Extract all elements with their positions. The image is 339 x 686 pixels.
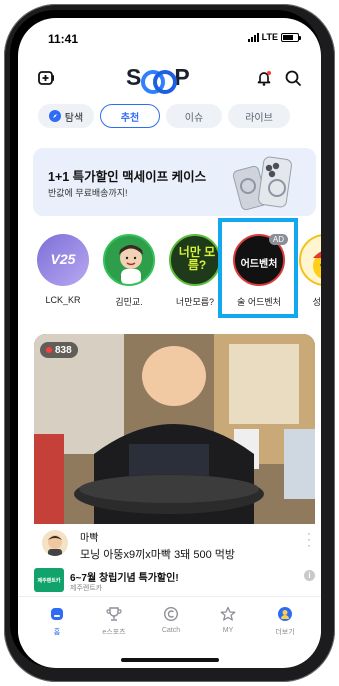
live-info[interactable]: 마빡 모닝 아뚱x9끼x마빡 3돼 500 먹방 · · · [34, 524, 315, 568]
nav-catch[interactable]: Catch [146, 605, 196, 634]
ad-info-icon[interactable]: i [304, 570, 315, 581]
streamer-name: 너만모름? [175, 297, 215, 307]
avatar-text: 어드벤처 [240, 259, 278, 270]
tab-label: 탐색 [64, 112, 84, 124]
catch-icon [162, 605, 180, 623]
battery-icon [281, 32, 301, 42]
nav-label: 홈 [53, 629, 61, 636]
advertiser-logo-text: 제주렌트카 [37, 577, 61, 584]
app-screen: 11:41 LTE SP 탐색 추천 이슈 라이브 1+1 특가할인 맥세이프 … [18, 18, 321, 668]
character-avatar-image [313, 251, 321, 279]
nav-label: Catch [161, 627, 181, 634]
tab-explore[interactable]: 탐색 [38, 104, 94, 128]
streamer-carousel: V25 LCK_KR 김민교. 너만 모름? 너만모름? AD 어드벤처 술 어… [32, 234, 321, 334]
streamer-item[interactable]: V25 LCK_KR [32, 234, 94, 305]
broadcast-title: 모닝 아뚱x9끼x마빡 3돼 500 먹방 [80, 549, 236, 561]
category-tabs: 탐색 추천 이슈 라이브 [38, 104, 290, 128]
avatar-text: 너만 모름? [178, 245, 216, 272]
nav-esports[interactable]: e스포츠 [89, 605, 139, 637]
avatar [299, 234, 321, 286]
soop-logo[interactable]: SP [126, 64, 190, 94]
ad-advertiser: 제주렌트카 [70, 585, 103, 592]
tab-live[interactable]: 라이브 [228, 104, 290, 128]
home-indicator [121, 658, 219, 662]
avatar [103, 234, 155, 286]
streamer-name: 술 어드벤처 [237, 297, 281, 307]
streamer-item-ad[interactable]: AD 어드벤처 술 어드벤처 [228, 234, 290, 308]
home-icon [48, 605, 66, 623]
live-dot-icon [46, 347, 52, 353]
viewer-count: 838 [55, 344, 72, 356]
nav-more[interactable]: 더보기 [260, 605, 310, 637]
streamer-name: 김민교. [115, 297, 143, 307]
nav-label: MY [222, 627, 234, 634]
phone-case-image [232, 156, 292, 211]
promo-banner[interactable]: 1+1 특가할인 맥세이프 케이스 반값에 무료배송까지! [33, 148, 316, 216]
nav-label: 더보기 [275, 629, 295, 636]
app-header: SP [18, 60, 321, 96]
person-avatar-image [119, 245, 143, 284]
bottom-nav: 홈 e스포츠 Catch MY 더보기 [18, 596, 321, 646]
nav-home[interactable]: 홈 [32, 605, 82, 637]
network-label: LTE [261, 32, 278, 42]
streamer-name: 성진이 [312, 297, 321, 307]
live-thumbnail[interactable]: 838 [34, 334, 315, 524]
tab-issue[interactable]: 이슈 [166, 104, 222, 128]
ad-banner[interactable]: 제주렌트카 6~7월 창립기념 특가할인! 제주렌트카 i [18, 566, 321, 596]
tab-recommended[interactable]: 추천 [100, 104, 160, 128]
live-thumbnail-image [34, 334, 315, 524]
banner-title: 1+1 특가할인 맥세이프 케이스 [48, 170, 207, 184]
streamer-item[interactable]: 성진이 [294, 234, 321, 308]
star-icon [219, 605, 237, 623]
viewer-count-badge: 838 [40, 342, 78, 358]
advertiser-logo: 제주렌트카 [34, 568, 64, 592]
logo-text: S [126, 64, 141, 90]
banner-subtitle: 반값에 무료배송까지! [48, 188, 128, 198]
status-indicators: LTE [247, 32, 301, 42]
avatar-text: V25 [50, 251, 76, 267]
profile-icon [276, 605, 294, 623]
trophy-icon [105, 605, 123, 623]
streamer-item[interactable]: 김민교. [98, 234, 160, 308]
streamer-name: LCK_KR [45, 295, 81, 305]
avatar: 너만 모름? [169, 234, 221, 286]
streamer-item[interactable]: 너만 모름? 너만모름? [164, 234, 226, 308]
status-time: 11:41 [48, 32, 79, 46]
streamer-avatar[interactable] [42, 530, 68, 556]
search-icon[interactable] [283, 68, 303, 88]
more-options-icon[interactable]: · · · [307, 527, 311, 551]
ad-badge: AD [268, 234, 288, 245]
status-bar: 11:41 LTE [18, 18, 321, 58]
ad-title: 6~7월 창립기념 특가할인! [70, 573, 179, 584]
add-broadcast-icon[interactable] [36, 68, 56, 88]
nav-my[interactable]: MY [203, 605, 253, 634]
avatar: V25 [37, 234, 89, 286]
nav-label: e스포츠 [102, 629, 126, 636]
streamer-name: 마빡 [80, 533, 99, 544]
compass-icon [48, 110, 61, 122]
notification-bell-icon[interactable] [254, 68, 274, 88]
signal-icon [247, 32, 259, 42]
